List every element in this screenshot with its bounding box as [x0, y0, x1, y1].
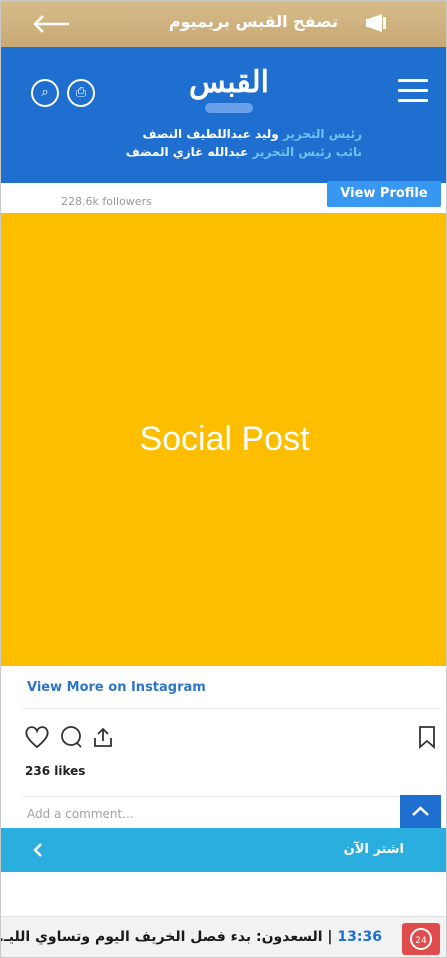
followers-count: 228.6k followers [61, 195, 152, 208]
editor-name: وليد عبداللطيف النصف [142, 127, 279, 141]
comment-icon[interactable] [57, 723, 85, 751]
add-comment-field[interactable]: Add a comment... [23, 796, 441, 831]
chevron-up-icon [412, 806, 429, 816]
bookmark-icon[interactable] [413, 723, 441, 751]
logo-tagline [205, 103, 253, 113]
comment-placeholder: Add a comment... [27, 807, 134, 821]
premium-promo-bar[interactable]: تصفح القبس بريميوم [1, 1, 446, 47]
ticker-separator: | [322, 929, 338, 945]
deputy-name: عبدالله غازي المضف [125, 145, 249, 159]
news-24-badge-icon[interactable]: 24 [402, 923, 440, 955]
social-post-label: Social Post [139, 420, 310, 458]
latest-news-label: اشتر الآن [343, 842, 404, 857]
search-icon[interactable]: ⌕ [31, 79, 59, 107]
svg-text:24: 24 [415, 936, 427, 946]
heart-icon[interactable] [23, 723, 51, 751]
megaphone-icon [366, 14, 386, 32]
site-logo[interactable]: القبس [181, 65, 277, 100]
share-icon[interactable] [89, 723, 117, 751]
likes-count: 236 likes [25, 764, 86, 778]
view-more-on-instagram-link[interactable]: View More on Instagram [27, 680, 206, 695]
back-arrow-icon[interactable] [31, 12, 71, 36]
social-post-placeholder[interactable]: Social Post [1, 213, 446, 666]
app-frame: تصفح القبس بريميوم ⌕ ⎙ القبس رئيس التحري… [0, 0, 447, 958]
ticker-time: 13:36 [337, 929, 382, 945]
deputy-editor-line: نائب رئيس التحرير عبدالله غازي المضف [126, 145, 362, 159]
site-header: ⌕ ⎙ القبس رئيس التحرير وليد عبداللطيف ال… [1, 47, 446, 183]
editor-in-chief-line: رئيس التحرير وليد عبداللطيف النصف [143, 127, 362, 141]
divider [23, 708, 441, 709]
chevron-left-icon[interactable] [31, 842, 45, 858]
ticker-text: السعدون: بدء فصل الخريف اليوم وتساوي الل… [0, 929, 323, 945]
scroll-to-top-button[interactable] [400, 795, 441, 829]
hamburger-menu-icon[interactable] [398, 79, 428, 103]
ticker-headline[interactable]: 13:36 | السعدون: بدء فصل الخريف اليوم وت… [0, 929, 382, 945]
pdf-icon[interactable]: ⎙ [67, 79, 95, 107]
news-ticker[interactable]: 13:36 | السعدون: بدء فصل الخريف اليوم وت… [0, 916, 446, 957]
editor-role: رئيس التحرير [282, 127, 362, 141]
deputy-role: نائب رئيس التحرير [252, 145, 362, 159]
promo-title[interactable]: تصفح القبس بريميوم [169, 12, 338, 31]
view-profile-button[interactable]: View Profile [327, 181, 441, 207]
latest-news-bar[interactable]: اشتر الآن [1, 828, 446, 872]
